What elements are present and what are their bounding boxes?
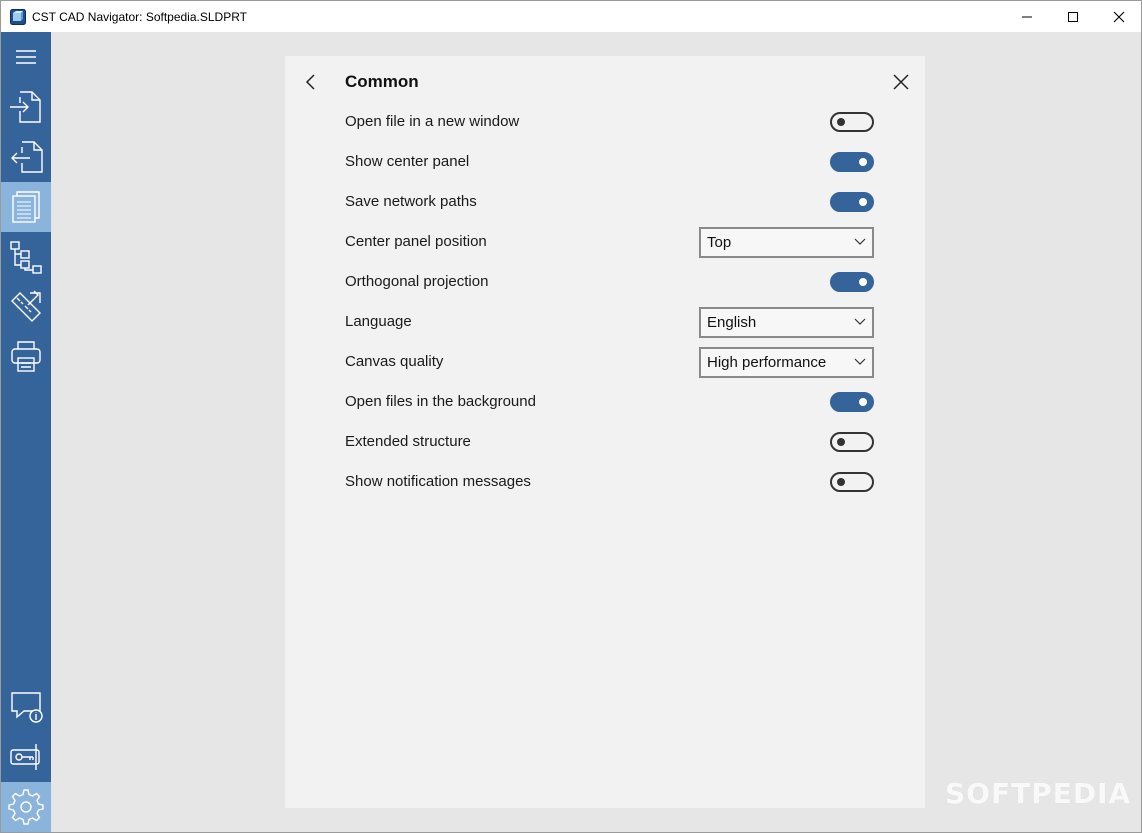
chevron-left-icon — [305, 74, 315, 90]
toggle-knob — [837, 118, 845, 126]
structure-tree-icon — [10, 241, 42, 274]
canvas-quality-select[interactable]: High performance — [699, 347, 874, 378]
sidebar-item-export[interactable] — [1, 132, 51, 182]
setting-label: Language — [345, 313, 412, 330]
title-bar[interactable]: CST CAD Navigator: Softpedia.SLDPRT — [1, 1, 1141, 32]
app-window: CST CAD Navigator: Softpedia.SLDPRT Comm… — [0, 0, 1142, 833]
setting-row-orthogonal-projection: Orthogonal projection — [345, 267, 875, 297]
sidebar-item-measure[interactable] — [1, 282, 51, 332]
language-select[interactable]: English — [699, 307, 874, 338]
setting-label: Save network paths — [345, 193, 477, 210]
toggle-knob — [837, 478, 845, 486]
setting-label: Open files in the background — [345, 393, 536, 410]
show-notifications-toggle[interactable] — [830, 472, 874, 492]
show-center-panel-toggle[interactable] — [830, 152, 874, 172]
setting-row-open-new-window: Open file in a new window — [345, 107, 875, 137]
setting-row-save-network-paths: Save network paths — [345, 187, 875, 217]
sidebar-item-license[interactable] — [1, 732, 51, 782]
hamburger-menu-icon — [16, 50, 36, 64]
setting-row-open-files-background: Open files in the background — [345, 387, 875, 417]
documents-icon — [12, 191, 40, 223]
print-icon — [11, 341, 41, 372]
toggle-knob — [837, 438, 845, 446]
setting-label: Orthogonal projection — [345, 273, 489, 290]
maximize-button[interactable] — [1050, 1, 1096, 32]
extended-structure-toggle[interactable] — [830, 432, 874, 452]
orthogonal-projection-toggle[interactable] — [830, 272, 874, 292]
setting-row-show-center-panel: Show center panel — [345, 147, 875, 177]
chevron-down-icon — [854, 358, 866, 365]
select-value: English — [707, 314, 757, 331]
main-area: Common Open file in a new window Show ce… — [51, 32, 1141, 832]
sidebar — [1, 32, 51, 832]
open-new-window-toggle[interactable] — [830, 112, 874, 132]
settings-panel: Common Open file in a new window Show ce… — [285, 56, 925, 808]
setting-label: Open file in a new window — [345, 113, 520, 130]
feedback-info-icon — [11, 692, 43, 723]
license-key-icon — [10, 744, 40, 770]
settings-gear-icon — [8, 789, 44, 825]
minimize-button[interactable] — [1004, 1, 1050, 32]
setting-row-show-notifications: Show notification messages — [345, 467, 875, 497]
panel-title: Common — [345, 72, 419, 91]
sidebar-item-print[interactable] — [1, 332, 51, 382]
sidebar-item-settings[interactable] — [1, 782, 51, 832]
toggle-knob — [859, 398, 867, 406]
app-logo-icon — [10, 9, 26, 25]
center-panel-position-select[interactable]: Top — [699, 227, 874, 258]
sidebar-menu-button[interactable] — [1, 32, 51, 82]
window-close-button[interactable] — [1096, 1, 1142, 32]
panel-close-button[interactable] — [889, 70, 913, 94]
maximize-icon — [1068, 11, 1078, 22]
chevron-down-icon — [854, 238, 866, 245]
chevron-down-icon — [854, 318, 866, 325]
sidebar-item-feedback[interactable] — [1, 682, 51, 732]
toggle-knob — [859, 158, 867, 166]
close-icon — [893, 74, 909, 90]
sidebar-item-import[interactable] — [1, 82, 51, 132]
setting-label: Center panel position — [345, 233, 487, 250]
measure-tools-icon — [11, 290, 41, 322]
setting-row-extended-structure: Extended structure — [345, 427, 875, 457]
select-value: High performance — [707, 354, 827, 371]
softpedia-watermark: SOFTPEDIA — [945, 777, 1132, 810]
open-files-background-toggle[interactable] — [830, 392, 874, 412]
setting-label: Extended structure — [345, 433, 471, 450]
toggle-knob — [859, 278, 867, 286]
window-title: CST CAD Navigator: Softpedia.SLDPRT — [32, 10, 247, 24]
export-file-icon — [11, 141, 43, 173]
setting-label: Show center panel — [345, 153, 470, 170]
back-button[interactable] — [299, 70, 323, 94]
setting-row-language: Language English — [345, 307, 875, 338]
close-icon — [1113, 11, 1125, 22]
sidebar-item-structure[interactable] — [1, 232, 51, 282]
setting-row-center-panel-position: Center panel position Top — [345, 227, 875, 258]
select-value: Top — [707, 234, 732, 251]
setting-row-canvas-quality: Canvas quality High performance — [345, 347, 875, 378]
toggle-knob — [859, 198, 867, 206]
setting-label: Canvas quality — [345, 353, 444, 370]
save-network-paths-toggle[interactable] — [830, 192, 874, 212]
setting-label: Show notification messages — [345, 473, 531, 490]
minimize-icon — [1022, 16, 1032, 17]
import-file-icon — [10, 91, 41, 123]
sidebar-item-documents[interactable] — [1, 182, 51, 232]
